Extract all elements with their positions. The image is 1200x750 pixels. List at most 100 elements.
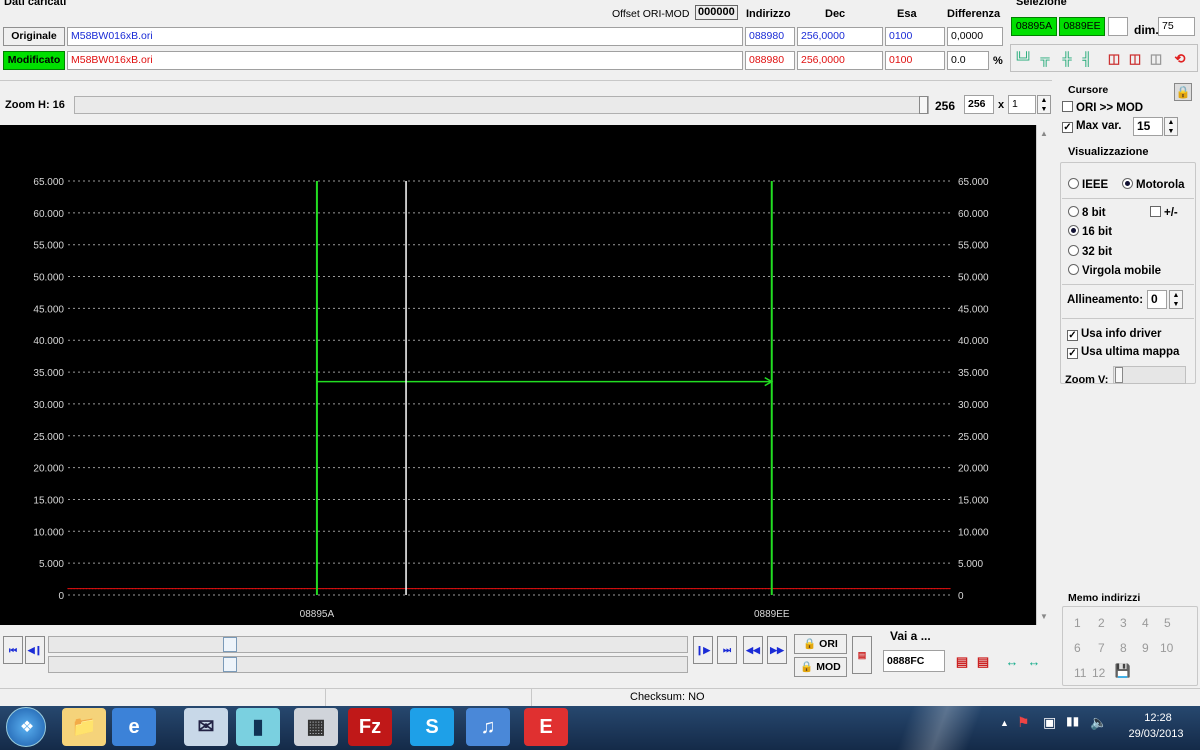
- ieee-radio-dot[interactable]: [1068, 178, 1079, 189]
- ecu-app-icon[interactable]: E: [524, 708, 568, 746]
- float-radio[interactable]: Virgola mobile: [1068, 264, 1161, 277]
- modificato-button[interactable]: Modificato: [3, 51, 65, 70]
- select-end-icon[interactable]: ╣: [1077, 49, 1097, 69]
- prev-icon[interactable]: ◀❙: [25, 636, 45, 664]
- copy-icon[interactable]: ◫: [1104, 49, 1124, 69]
- step-back-icon[interactable]: ◀◀: [743, 636, 763, 664]
- float-radio-dot[interactable]: [1068, 264, 1079, 275]
- internet-explorer-icon[interactable]: e: [112, 708, 156, 746]
- goto-m2-icon[interactable]: ↔: [1024, 652, 1044, 672]
- usa-info-driver-box[interactable]: ✓: [1067, 330, 1078, 341]
- zoom-h-field[interactable]: 256: [964, 95, 994, 114]
- max-var-spinner[interactable]: ▲ ▼: [1164, 117, 1178, 136]
- motorola-radio-dot[interactable]: [1122, 178, 1133, 189]
- clock-date[interactable]: 29/03/2013: [1118, 728, 1194, 740]
- zoom-h-slider[interactable]: [74, 96, 929, 114]
- volume-icon[interactable]: 🔈: [1090, 714, 1107, 731]
- undo-icon[interactable]: ⟲: [1170, 49, 1190, 69]
- zoom-v-slider-thumb[interactable]: [1115, 367, 1123, 383]
- selection-end-field[interactable]: 0889EE: [1059, 17, 1105, 36]
- chart-svg[interactable]: 0 0 5.000 5.000 10.000 10.000 15.000 15.000 20.0…: [0, 125, 1036, 625]
- usa-ultima-mappa-checkbox[interactable]: ✓ Usa ultima mappa: [1067, 346, 1179, 359]
- filezilla-icon[interactable]: Fz: [348, 708, 392, 746]
- paste-icon[interactable]: ◫: [1125, 49, 1145, 69]
- goto-start-icon[interactable]: ▤: [952, 652, 972, 672]
- modificato-esa-field[interactable]: 0100: [885, 51, 945, 70]
- bit8-radio[interactable]: 8 bit: [1068, 206, 1106, 219]
- bit32-radio-dot[interactable]: [1068, 245, 1079, 256]
- tray-flag-icon[interactable]: ⚑: [1017, 714, 1030, 731]
- multiplier-spinner[interactable]: ▲ ▼: [1037, 95, 1051, 114]
- multiplier-field[interactable]: 1: [1008, 95, 1036, 114]
- plusminus-checkbox-box[interactable]: [1150, 206, 1161, 217]
- originale-button[interactable]: Originale: [3, 27, 65, 46]
- explorer-icon[interactable]: 📁: [62, 708, 106, 746]
- memo-slot[interactable]: 8: [1120, 641, 1127, 655]
- modificato-file-field[interactable]: M58BW016xB.ori: [67, 51, 743, 70]
- ori-mod-checkbox-box[interactable]: [1062, 101, 1073, 112]
- scrollbar-bottom-thumb[interactable]: [223, 657, 237, 672]
- ori-mod-checkbox[interactable]: ORI >> MOD: [1062, 101, 1143, 114]
- memo-slot[interactable]: 12: [1092, 666, 1105, 680]
- dim-field[interactable]: 75: [1158, 17, 1195, 36]
- bit8-radio-dot[interactable]: [1068, 206, 1079, 217]
- ori-button[interactable]: 🔒 ORI: [794, 634, 847, 654]
- select-block-icon[interactable]: ╬: [1057, 49, 1077, 69]
- originale-file-field[interactable]: M58BW016xB.ori: [67, 27, 743, 46]
- scrollbar-bottom[interactable]: [48, 656, 688, 673]
- zoom-h-slider-thumb[interactable]: [919, 96, 928, 114]
- clock-time[interactable]: 12:28: [1128, 712, 1188, 724]
- bit16-radio-dot[interactable]: [1068, 225, 1079, 236]
- scroll-up-icon[interactable]: ▲: [1040, 129, 1048, 138]
- memo-slot[interactable]: 4: [1142, 616, 1149, 630]
- tray-arrow-icon[interactable]: ▲: [1000, 718, 1009, 728]
- calculator-icon[interactable]: ▦: [294, 708, 338, 746]
- vai-field[interactable]: 0888FC: [883, 650, 945, 672]
- originale-diff-field[interactable]: 0,0000: [947, 27, 1003, 46]
- mod-button[interactable]: 🔒 MOD: [794, 657, 847, 677]
- max-var-field[interactable]: 15: [1133, 117, 1163, 136]
- max-var-checkbox-box[interactable]: ✓: [1062, 122, 1073, 133]
- usa-info-driver-checkbox[interactable]: ✓ Usa info driver: [1067, 328, 1162, 341]
- modificato-diff-field[interactable]: 0.0: [947, 51, 989, 70]
- thunderbird-icon[interactable]: ✉: [184, 708, 228, 746]
- modificato-dec-field[interactable]: 256,0000: [797, 51, 883, 70]
- originale-addr-field[interactable]: 088980: [745, 27, 795, 46]
- goto-m-icon[interactable]: ↔: [1002, 652, 1022, 672]
- chart-area[interactable]: 0 0 5.000 5.000 10.000 10.000 15.000 15.000 20.0…: [0, 125, 1036, 625]
- start-button[interactable]: ❖: [6, 707, 46, 747]
- scrollbar-top-thumb[interactable]: [223, 637, 237, 652]
- memo-slot[interactable]: 6: [1074, 641, 1081, 655]
- memo-slot[interactable]: 2: [1098, 616, 1105, 630]
- memo-slot[interactable]: 9: [1142, 641, 1149, 655]
- scroll-down-icon[interactable]: ▼: [1040, 612, 1048, 621]
- skype-icon[interactable]: S: [410, 708, 454, 746]
- modificato-addr-field[interactable]: 088980: [745, 51, 795, 70]
- memo-slot[interactable]: 5: [1164, 616, 1171, 630]
- select-range-icon[interactable]: ╦: [1035, 49, 1055, 69]
- motorola-radio[interactable]: Motorola: [1122, 178, 1185, 191]
- selection-start-field[interactable]: 08895A: [1011, 17, 1057, 36]
- bit16-radio[interactable]: 16 bit: [1068, 225, 1112, 238]
- itunes-icon[interactable]: ♫: [466, 708, 510, 746]
- memo-slot[interactable]: 11: [1074, 666, 1086, 680]
- memo-slot[interactable]: 1: [1074, 616, 1081, 630]
- scrollbar-top[interactable]: [48, 636, 688, 653]
- goto-end-icon[interactable]: ▤: [973, 652, 993, 672]
- memo-slot[interactable]: 10: [1160, 641, 1173, 655]
- chart-vertical-scrollbar[interactable]: ▲ ▼: [1036, 125, 1053, 625]
- last-icon[interactable]: ⏭: [717, 636, 737, 664]
- align-spinner[interactable]: ▲ ▼: [1169, 290, 1183, 309]
- max-var-checkbox[interactable]: ✓ Max var.: [1062, 120, 1121, 133]
- compare-icon[interactable]: ▤: [852, 636, 872, 674]
- memo-slot[interactable]: 7: [1098, 641, 1105, 655]
- originale-esa-field[interactable]: 0100: [885, 27, 945, 46]
- selection-blank-field[interactable]: [1108, 17, 1128, 36]
- memo-slot[interactable]: 3: [1120, 616, 1127, 630]
- tray-device-icon[interactable]: ▣: [1043, 714, 1056, 731]
- usa-ultima-mappa-box[interactable]: ✓: [1067, 348, 1078, 359]
- network-icon[interactable]: ▮▮: [1066, 714, 1079, 728]
- align-field[interactable]: 0: [1147, 290, 1167, 309]
- next-icon[interactable]: ❙▶: [693, 636, 713, 664]
- step-forward-icon[interactable]: ▶▶: [767, 636, 787, 664]
